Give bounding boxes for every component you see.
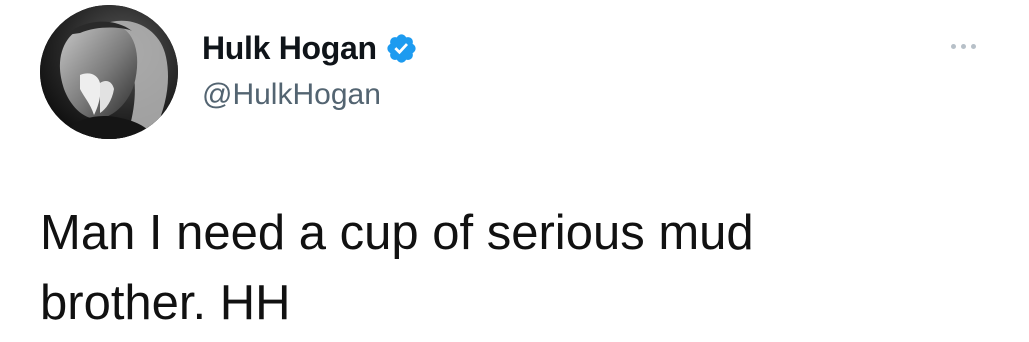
more-dot — [960, 43, 966, 49]
author-handle[interactable]: @HulkHogan — [202, 78, 381, 112]
more-options-icon[interactable] — [938, 34, 988, 58]
verified-badge-icon — [385, 32, 418, 65]
avatar-photo — [40, 5, 178, 139]
author-name-row: Hulk Hogan — [202, 28, 418, 68]
display-name[interactable]: Hulk Hogan — [202, 30, 377, 67]
more-dot — [970, 43, 976, 49]
tweet-card: Hulk Hogan @HulkHogan Man I need a cup o… — [0, 0, 1029, 342]
avatar[interactable] — [40, 5, 178, 139]
more-dot — [950, 43, 956, 49]
tweet-text: Man I need a cup of serious mud brother.… — [40, 206, 754, 330]
